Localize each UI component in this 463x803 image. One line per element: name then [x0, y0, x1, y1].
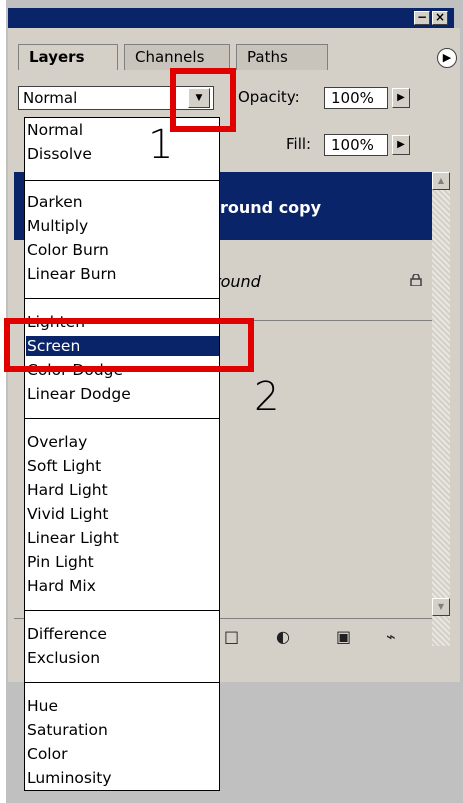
fill-slider-button[interactable]: ▶	[392, 135, 410, 155]
option-normal[interactable]: Normal	[27, 120, 83, 140]
option-hard-mix[interactable]: Hard Mix	[27, 576, 96, 596]
triangle-right-icon: ▶	[397, 139, 405, 150]
tab-channels[interactable]: Channels	[124, 44, 230, 70]
opacity-label: Opacity:	[238, 88, 300, 106]
separator	[25, 682, 219, 683]
fill-field[interactable]: 100%	[324, 134, 388, 156]
layer-name: round copy	[220, 198, 322, 217]
option-linear-burn[interactable]: Linear Burn	[27, 264, 116, 284]
tab-paths[interactable]: Paths	[236, 44, 328, 70]
annotation-box-dropdown	[170, 68, 236, 132]
option-luminosity[interactable]: Luminosity	[27, 768, 112, 788]
option-exclusion[interactable]: Exclusion	[27, 648, 100, 668]
minimize-button[interactable]: −	[414, 11, 430, 25]
scroll-up-button[interactable]: ▲	[432, 172, 450, 190]
blend-mode-value: Normal	[23, 89, 78, 107]
option-pin-light[interactable]: Pin Light	[27, 552, 94, 572]
option-soft-light[interactable]: Soft Light	[27, 456, 101, 476]
tab-layers[interactable]: Layers	[18, 44, 118, 70]
layer-name: round	[214, 272, 261, 291]
separator	[25, 610, 219, 611]
palette-titlebar: − ×	[8, 8, 454, 28]
option-vivid-light[interactable]: Vivid Light	[27, 504, 109, 524]
option-darken[interactable]: Darken	[27, 192, 83, 212]
layers-scrollbar[interactable]: ▲ ▼	[432, 172, 450, 646]
opacity-field[interactable]: 100%	[324, 87, 388, 109]
option-dissolve[interactable]: Dissolve	[27, 144, 92, 164]
adjustment-layer-icon[interactable]: ◐	[276, 627, 290, 646]
lock-icon	[410, 274, 422, 286]
option-hard-light[interactable]: Hard Light	[27, 480, 108, 500]
close-button[interactable]: ×	[432, 11, 448, 25]
option-linear-light[interactable]: Linear Light	[27, 528, 119, 548]
annotation-box-screen	[4, 318, 254, 372]
option-multiply[interactable]: Multiply	[27, 216, 88, 236]
scroll-down-button[interactable]: ▼	[432, 598, 450, 616]
separator	[25, 298, 219, 299]
blend-mode-dropdown-list: Normal Dissolve Darken Multiply Color Bu…	[24, 117, 220, 791]
new-layer-icon[interactable]: ▣	[336, 627, 351, 646]
triangle-right-icon: ▶	[397, 92, 405, 103]
folder-icon[interactable]: □	[224, 627, 239, 646]
option-color[interactable]: Color	[27, 744, 67, 764]
trash-icon[interactable]: ⌁	[386, 627, 396, 646]
option-saturation[interactable]: Saturation	[27, 720, 108, 740]
option-linear-dodge[interactable]: Linear Dodge	[27, 384, 131, 404]
option-hue[interactable]: Hue	[27, 696, 58, 716]
separator	[25, 180, 219, 181]
option-color-burn[interactable]: Color Burn	[27, 240, 109, 260]
opacity-slider-button[interactable]: ▶	[392, 88, 410, 108]
option-difference[interactable]: Difference	[27, 624, 107, 644]
option-overlay[interactable]: Overlay	[27, 432, 87, 452]
annotation-step-2: 2	[254, 374, 280, 420]
panel-menu-icon[interactable]: ▶	[437, 48, 457, 68]
separator	[25, 418, 219, 419]
fill-label: Fill:	[286, 135, 312, 153]
